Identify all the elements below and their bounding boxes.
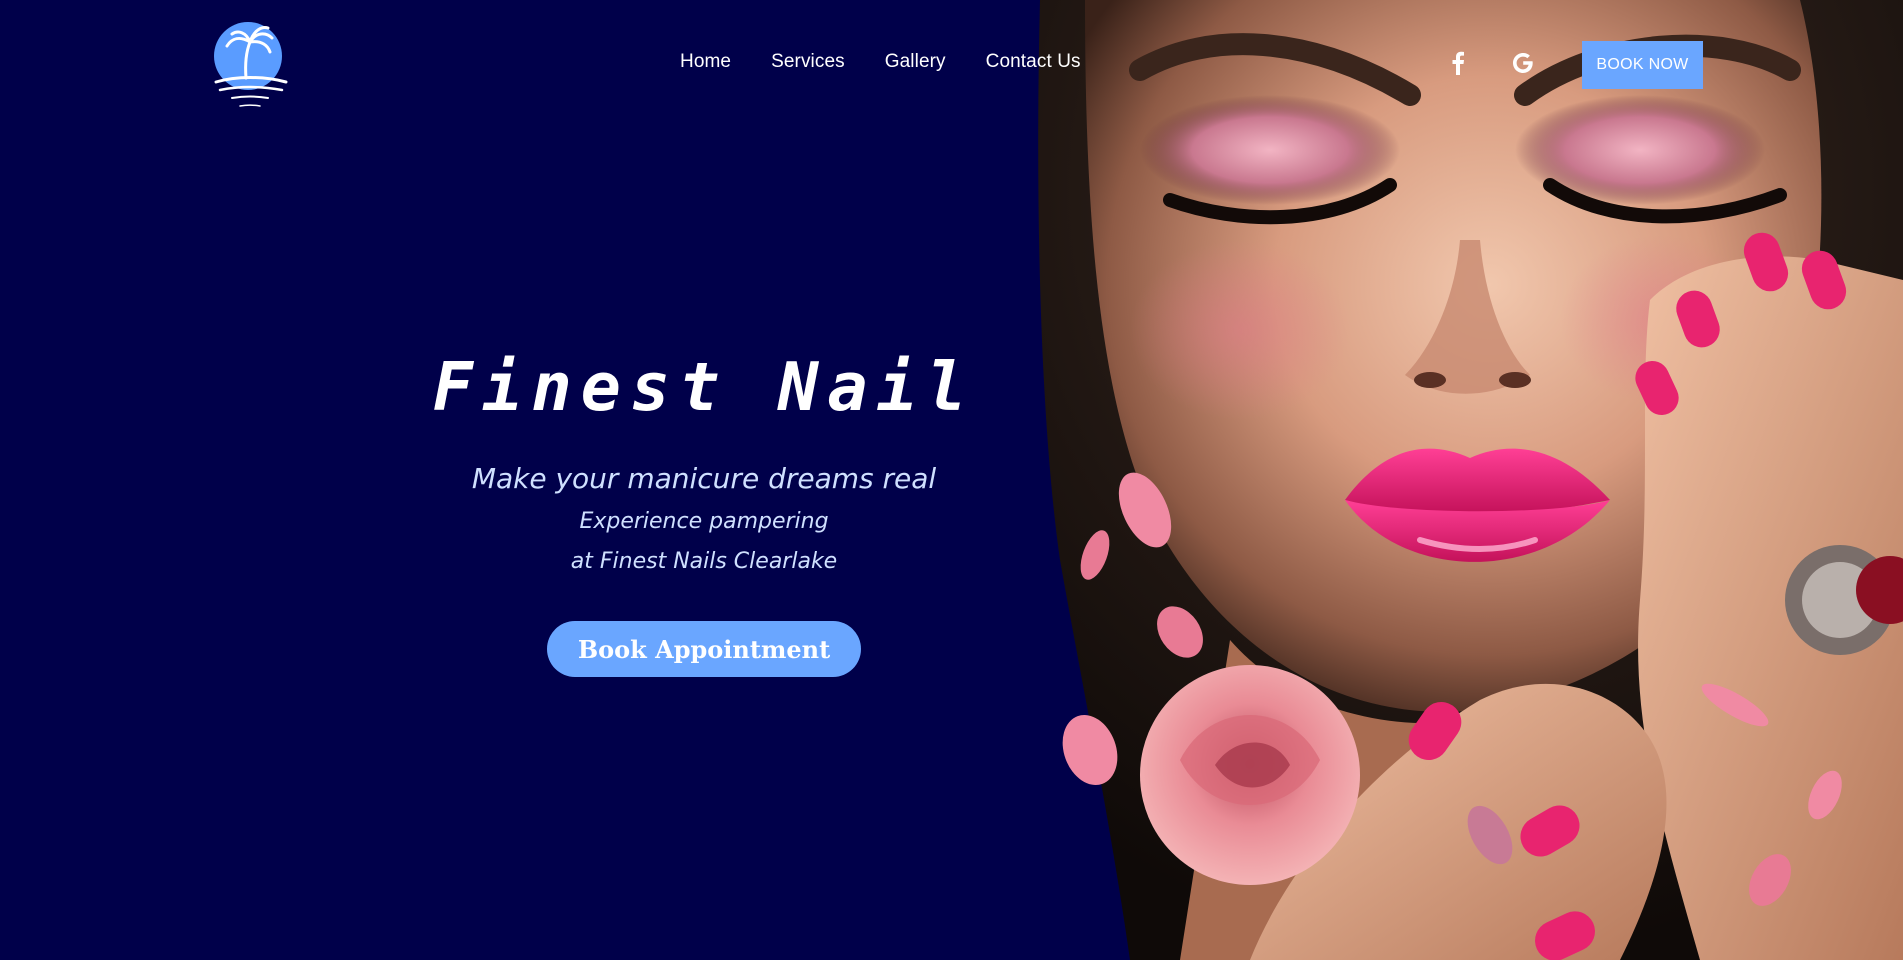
nav-services[interactable]: Services bbox=[771, 51, 845, 73]
landing-page: Home Services Gallery Contact Us BOOK NO… bbox=[0, 0, 1903, 960]
nav-contact-us[interactable]: Contact Us bbox=[986, 51, 1081, 73]
hero-location: at Finest Nails Clearlake bbox=[570, 549, 838, 574]
nav-gallery[interactable]: Gallery bbox=[885, 51, 946, 73]
facebook-icon[interactable] bbox=[1445, 50, 1471, 76]
main-nav: Home Services Gallery Contact Us bbox=[680, 51, 1081, 73]
book-now-button[interactable]: BOOK NOW bbox=[1582, 41, 1703, 89]
logo[interactable] bbox=[210, 20, 290, 112]
hero-tagline: Make your manicure dreams real bbox=[471, 462, 937, 495]
book-appointment-button[interactable]: Book Appointment bbox=[547, 621, 861, 677]
hero-title: Finest Nail bbox=[432, 348, 976, 426]
nav-home[interactable]: Home bbox=[680, 51, 731, 73]
hero-subtagline: Experience pampering bbox=[579, 509, 829, 534]
google-icon[interactable] bbox=[1510, 50, 1536, 76]
